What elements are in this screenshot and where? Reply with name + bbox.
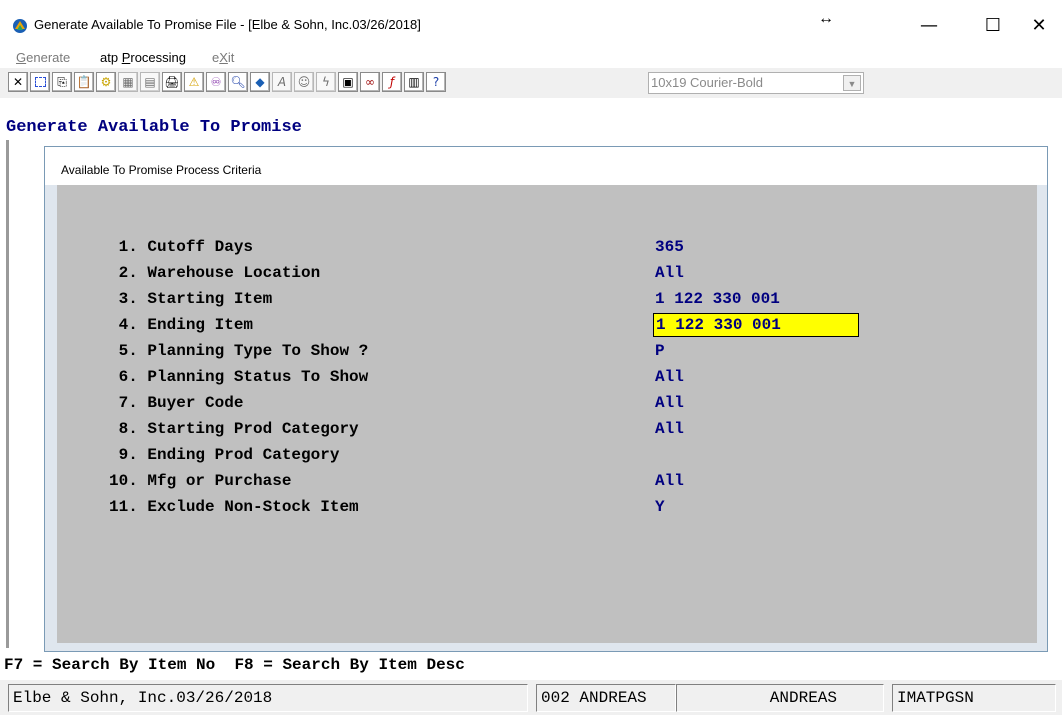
criteria-label-planning-type: 5. Planning Type To Show ? [109,342,369,360]
user-icon[interactable]: ☺ [294,72,314,92]
status-user: 002 ANDREAS [536,684,676,712]
search-icon[interactable]: 🔍︎ [228,72,248,92]
criteria-label-mfg-or-purchase: 10. Mfg or Purchase [109,472,292,490]
menu-atp-processing-access-key: P [121,50,131,65]
criteria-label-exclude-non-stock: 11. Exclude Non-Stock Item [109,498,359,516]
function-icon[interactable]: ƒ [382,72,402,92]
status-bar: Elbe & Sohn, Inc.03/26/2018 002 ANDREAS … [0,680,1062,715]
criteria-panel: Available To Promise Process Criteria 1.… [44,146,1048,652]
status-company: Elbe & Sohn, Inc.03/26/2018 [8,684,528,712]
print-icon[interactable]: 🖨 [162,72,182,92]
toolbar: ✕ ⎘ 📋 ⚙ ▦ ▤ 🖨 ⚠ ♾ 🔍︎ ◆ A ☺ ϟ ▣ ∞ ƒ ▥ ? 1… [0,68,1062,98]
app-logo-icon[interactable] [12,18,28,34]
criteria-label-starting-item: 3. Starting Item [109,290,273,308]
panel-title: Available To Promise Process Criteria [61,163,262,177]
help-icon[interactable]: ? [426,72,446,92]
screen-border [6,140,9,648]
menu-generate[interactable]: Generate [16,50,70,65]
app-logo-icon[interactable]: ◆ [250,72,270,92]
title-bar: Generate Available To Promise File - [El… [0,0,1062,48]
function-key-hints: F7 = Search By Item No F8 = Search By It… [4,656,465,674]
maximize-button[interactable]: ☐ [970,6,1016,46]
criteria-value-planning-type[interactable]: P [655,341,665,361]
criteria-label-cutoff-days: 1. Cutoff Days [109,238,254,256]
link-icon[interactable]: ∞ [360,72,380,92]
status-operator: ANDREAS [676,684,884,712]
ending-item-field[interactable]: 1 122 330 001 [653,313,859,337]
binoculars-icon[interactable]: ♾ [206,72,226,92]
criteria-value-starting-prod-category[interactable]: All [655,419,684,439]
menu-exit[interactable]: eXit [212,50,234,65]
criteria-value-planning-status[interactable]: All [655,367,684,387]
minimize-button[interactable]: — [906,6,952,46]
menu-exit-access-key: X [219,50,228,65]
font-selector[interactable]: 10x19 Courier-Bold ▼ [648,72,864,94]
criteria-value-cutoff-days[interactable]: 365 [655,237,684,257]
window-title: Generate Available To Promise File - [El… [34,17,421,32]
panel-header: Available To Promise Process Criteria [45,147,1047,185]
menu-generate-access-key: G [16,50,27,65]
chevron-down-icon[interactable]: ▼ [843,75,861,91]
criteria-label-starting-prod-category: 8. Starting Prod Category [109,420,359,438]
criteria-label-planning-status: 6. Planning Status To Show [109,368,369,386]
criteria-value-warehouse-location[interactable]: All [655,263,684,283]
page-title: Generate Available To Promise [6,118,302,137]
paste-icon[interactable]: 📋 [74,72,94,92]
lightning-icon[interactable]: ϟ [316,72,336,92]
criteria-label-ending-prod-category: 9. Ending Prod Category [109,446,340,464]
select-icon[interactable] [30,72,50,92]
criteria-label-warehouse-location: 2. Warehouse Location [109,264,321,282]
status-program: IMATPGSN [892,684,1056,712]
warning-icon[interactable]: ⚠ [184,72,204,92]
properties-icon[interactable]: ▦ [118,72,138,92]
close-button[interactable]: ✕ [1016,6,1062,46]
font-selector-value: 10x19 Courier-Bold [651,75,764,90]
document-icon[interactable]: ▤ [140,72,160,92]
calculator-icon[interactable]: ▣ [338,72,358,92]
list-icon[interactable]: ▥ [404,72,424,92]
panel-body: 1. Cutoff Days 365 2. Warehouse Location… [57,185,1037,643]
resize-icon: ↔ [818,10,834,27]
criteria-value-exclude-non-stock[interactable]: Y [655,497,665,517]
criteria-value-buyer-code[interactable]: All [655,393,684,413]
criteria-label-buyer-code: 7. Buyer Code [109,394,244,412]
settings-icon[interactable]: ⚙ [96,72,116,92]
copy-icon[interactable]: ⎘ [52,72,72,92]
criteria-value-mfg-or-purchase[interactable]: All [655,471,684,491]
criteria-label-ending-item: 4. Ending Item [109,316,254,334]
close-icon[interactable]: ✕ [8,72,28,92]
criteria-value-starting-item[interactable]: 1 122 330 001 [655,289,780,309]
menu-atp-processing[interactable]: atp Processing [100,50,186,65]
font-icon[interactable]: A [272,72,292,92]
